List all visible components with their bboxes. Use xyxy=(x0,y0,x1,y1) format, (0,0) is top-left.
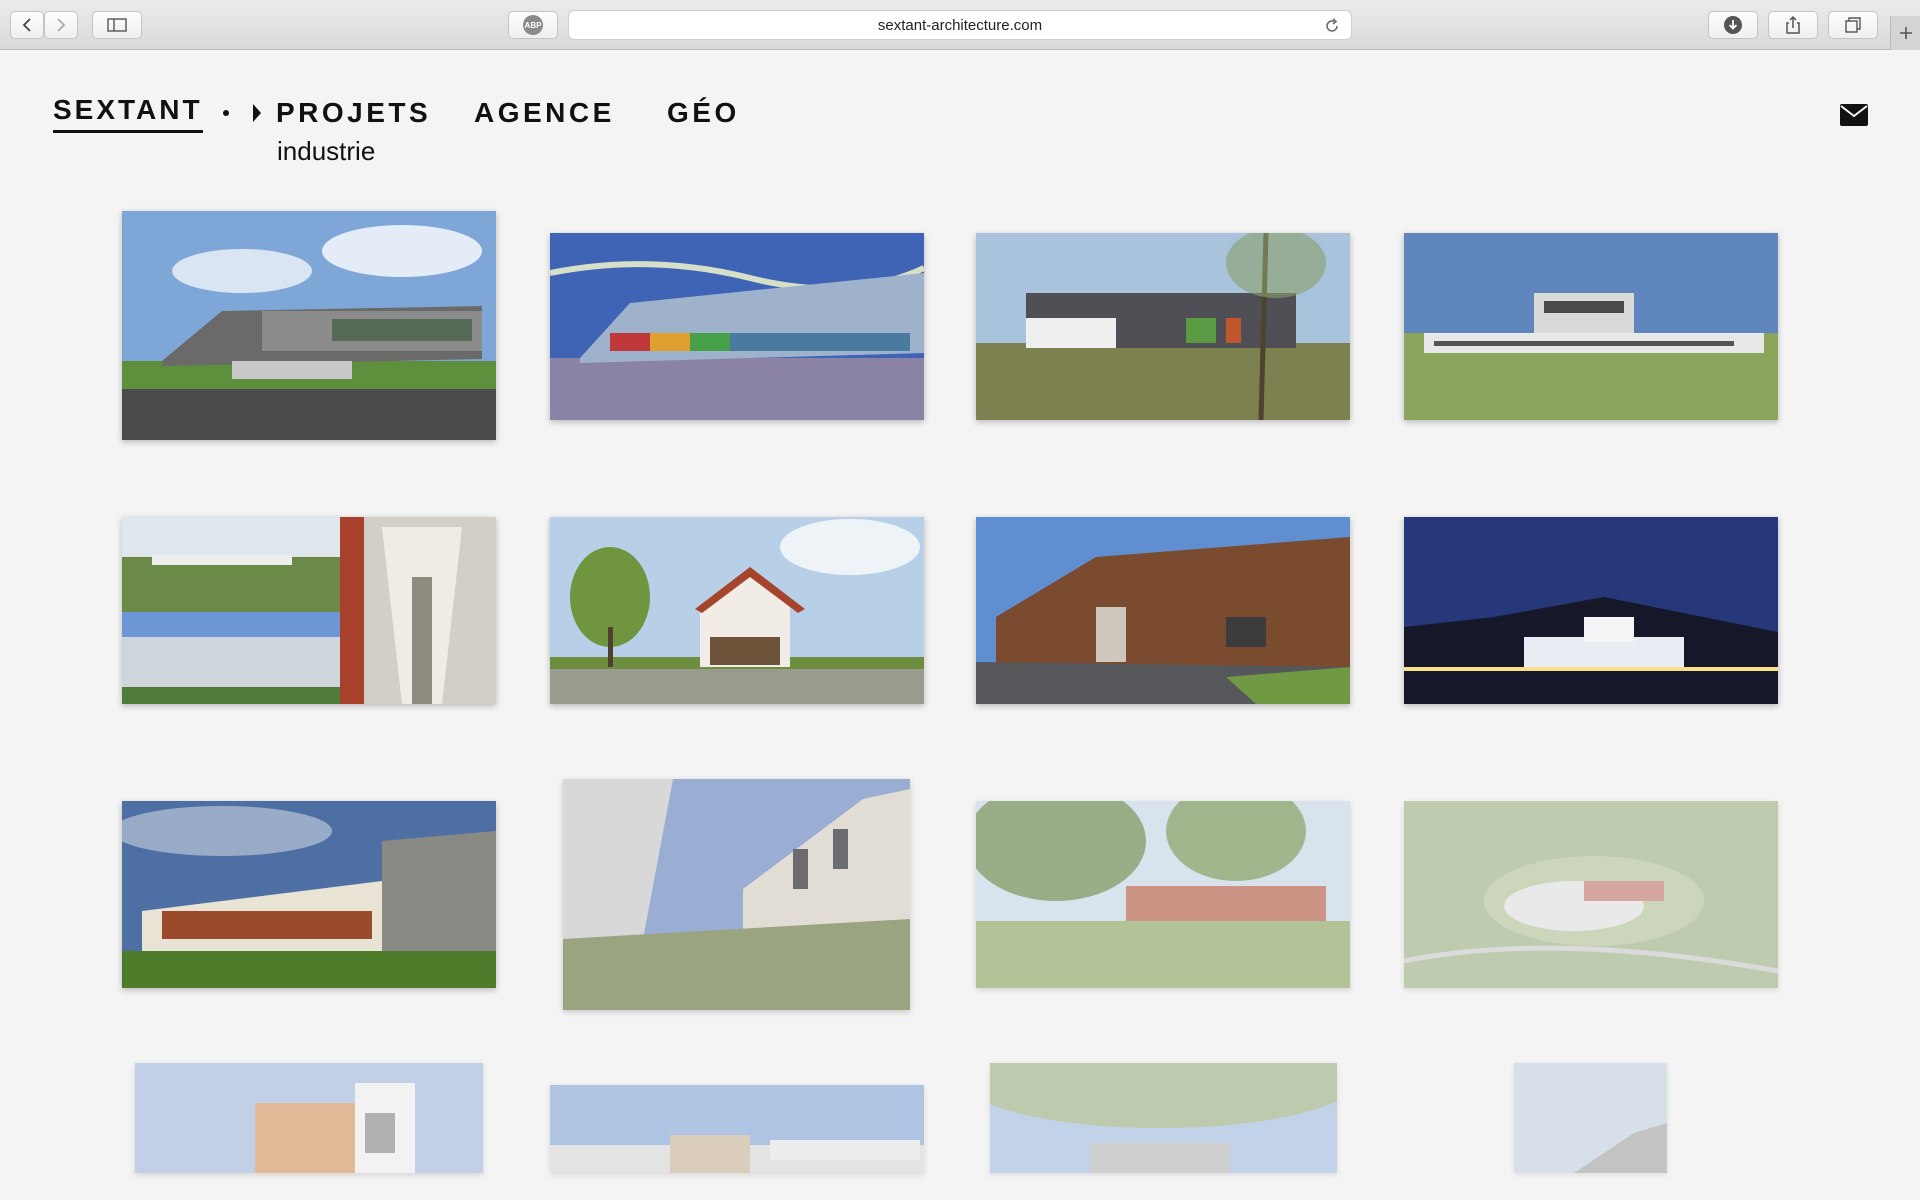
building-image xyxy=(122,517,496,704)
building-image xyxy=(122,211,496,440)
new-tab-button[interactable] xyxy=(1890,16,1920,50)
building-image xyxy=(1404,801,1778,988)
building-image xyxy=(550,517,924,704)
site-logo[interactable]: SEXTANT xyxy=(53,94,203,133)
project-thumbnail[interactable] xyxy=(122,517,496,704)
nav-agence[interactable]: AGENCE xyxy=(474,97,615,129)
project-thumbnail[interactable] xyxy=(976,233,1350,420)
address-bar[interactable]: sextant-architecture.com xyxy=(568,10,1352,40)
project-thumbnail[interactable] xyxy=(135,1063,483,1173)
plus-icon xyxy=(1899,27,1912,39)
building-image xyxy=(976,801,1350,988)
building-image xyxy=(1514,1063,1667,1173)
adblock-button[interactable]: ABP xyxy=(508,11,558,39)
project-thumbnail[interactable] xyxy=(122,801,496,988)
building-image xyxy=(1404,517,1778,704)
chevron-left-icon xyxy=(22,18,31,32)
project-thumbnail[interactable] xyxy=(990,1063,1337,1173)
nav-projets[interactable]: PROJETS xyxy=(276,97,431,129)
separator-dot xyxy=(223,110,229,116)
project-thumbnail[interactable] xyxy=(563,779,910,1010)
project-thumbnail[interactable] xyxy=(550,1085,924,1173)
building-image xyxy=(990,1063,1337,1173)
building-image xyxy=(550,1085,924,1173)
chevron-right-icon xyxy=(57,18,66,32)
reload-icon[interactable] xyxy=(1323,17,1341,35)
project-thumbnail[interactable] xyxy=(1404,517,1778,704)
sidebar-icon xyxy=(107,18,127,32)
project-thumbnail[interactable] xyxy=(1404,801,1778,988)
downloads-button[interactable] xyxy=(1708,11,1758,39)
building-image xyxy=(550,233,924,420)
mail-icon[interactable] xyxy=(1840,104,1868,126)
browser-toolbar: ABP sextant-architecture.com xyxy=(0,0,1920,50)
tabs-overview-button[interactable] xyxy=(1828,11,1878,39)
sidebar-toggle-button[interactable] xyxy=(92,11,142,39)
forward-button[interactable] xyxy=(44,11,78,39)
back-button[interactable] xyxy=(10,11,44,39)
building-image xyxy=(122,801,496,988)
sub-category-industrie[interactable]: industrie xyxy=(277,136,375,167)
share-icon xyxy=(1786,15,1800,34)
url-text: sextant-architecture.com xyxy=(877,16,1043,34)
caret-right-icon xyxy=(253,104,261,122)
project-thumbnail[interactable] xyxy=(550,233,924,420)
nav-geo[interactable]: GÉO xyxy=(667,97,740,129)
share-button[interactable] xyxy=(1768,11,1818,39)
project-thumbnail[interactable] xyxy=(976,517,1350,704)
tabs-icon xyxy=(1845,17,1861,33)
building-image xyxy=(976,233,1350,420)
project-thumbnail[interactable] xyxy=(550,517,924,704)
project-thumbnail[interactable] xyxy=(1404,233,1778,420)
project-thumbnail[interactable] xyxy=(976,801,1350,988)
project-thumbnail[interactable] xyxy=(1514,1063,1667,1173)
building-image xyxy=(1404,233,1778,420)
adblock-icon: ABP xyxy=(523,15,543,35)
download-icon xyxy=(1724,16,1742,34)
building-image xyxy=(563,779,910,1010)
project-thumbnail[interactable] xyxy=(122,211,496,440)
building-image xyxy=(135,1063,483,1173)
building-image xyxy=(976,517,1350,704)
